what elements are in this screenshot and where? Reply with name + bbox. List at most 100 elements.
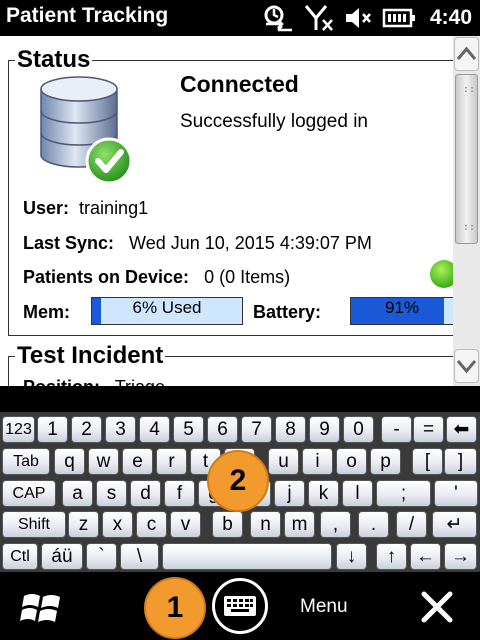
key-accents[interactable]: áü — [41, 543, 83, 570]
key-apostrophe[interactable]: ' — [434, 480, 478, 507]
key-minus[interactable]: - — [381, 416, 412, 443]
battery-bar: 91% — [350, 297, 454, 325]
key-shift[interactable]: Shift — [2, 511, 66, 538]
close-icon[interactable] — [420, 590, 454, 624]
keyboard-toggle-button[interactable] — [212, 578, 268, 634]
key-space[interactable] — [162, 543, 332, 570]
sync-icon[interactable] — [260, 4, 294, 32]
key-up[interactable]: ↑ — [376, 543, 407, 570]
app-title: Patient Tracking — [6, 4, 169, 27]
incident-group: Test Incident Position: Triage — [8, 342, 456, 386]
key-n[interactable]: n — [250, 511, 281, 538]
key-7[interactable]: 7 — [241, 416, 272, 443]
grip-icon: :: — [463, 222, 476, 233]
key-u[interactable]: u — [268, 448, 299, 475]
key-backslash[interactable]: \ — [120, 543, 159, 570]
status-group: Status Connected Successfully logged in … — [8, 46, 458, 336]
patients-value: 0 (0 Items) — [204, 267, 291, 287]
key-6[interactable]: 6 — [207, 416, 238, 443]
key-close-bracket[interactable]: ] — [444, 448, 477, 475]
patients-row: Patients on Device: 0 (0 Items) — [23, 267, 290, 288]
battery-icon[interactable] — [382, 7, 416, 29]
key-p[interactable]: p — [370, 448, 401, 475]
key-1[interactable]: 1 — [37, 416, 68, 443]
key-tab[interactable]: Tab — [2, 448, 50, 475]
key-q[interactable]: q — [54, 448, 85, 475]
key-caps-lock[interactable]: CAP — [2, 480, 56, 507]
key-f[interactable]: f — [164, 480, 195, 507]
key-semicolon[interactable]: ; — [376, 480, 431, 507]
grip-icon: :: — [463, 84, 476, 95]
key-5[interactable]: 5 — [173, 416, 204, 443]
memory-text: 6% Used — [132, 298, 202, 317]
incident-legend: Test Incident — [15, 342, 166, 370]
key-j[interactable]: j — [274, 480, 305, 507]
key-right[interactable]: → — [444, 543, 477, 570]
key-ctrl[interactable]: Ctl — [2, 543, 38, 570]
key-open-bracket[interactable]: [ — [412, 448, 443, 475]
vertical-scroll-thumb[interactable]: :: :: — [455, 74, 478, 244]
battery-label: Battery: — [253, 302, 322, 322]
main-content: Status Connected Successfully logged in … — [0, 36, 480, 386]
memory-bar: 6% Used — [91, 297, 243, 325]
key-123[interactable]: 123 — [2, 416, 35, 443]
connection-message: Successfully logged in — [180, 111, 368, 132]
key-w[interactable]: w — [88, 448, 119, 475]
key-9[interactable]: 9 — [309, 416, 340, 443]
vertical-scrollbar[interactable]: :: :: — [453, 36, 480, 386]
key-period[interactable]: . — [358, 511, 389, 538]
key-backspace[interactable]: ⬅ — [446, 416, 477, 443]
last-sync-label: Last Sync: — [23, 233, 115, 253]
key-0[interactable]: 0 — [343, 416, 374, 443]
key-backtick[interactable]: ` — [86, 543, 117, 570]
no-signal-icon[interactable] — [304, 4, 334, 32]
key-x[interactable]: x — [102, 511, 133, 538]
scroll-down-button[interactable] — [454, 349, 479, 383]
position-row: Position: Triage — [23, 377, 165, 386]
key-b[interactable]: b — [212, 511, 243, 538]
key-m[interactable]: m — [284, 511, 315, 538]
mem-label: Mem: — [23, 302, 71, 322]
key-i[interactable]: i — [302, 448, 333, 475]
menu-button[interactable]: Menu — [300, 596, 348, 618]
position-label: Position: — [23, 377, 100, 386]
scroll-up-button[interactable] — [454, 37, 479, 71]
keyboard-icon — [224, 596, 256, 616]
key-3[interactable]: 3 — [105, 416, 136, 443]
database-connected-icon — [40, 76, 133, 185]
key-k[interactable]: k — [308, 480, 339, 507]
clock[interactable]: 4:40 — [430, 6, 472, 30]
key-d[interactable]: d — [130, 480, 161, 507]
last-sync-row: Last Sync: Wed Jun 10, 2015 4:39:07 PM — [23, 233, 372, 254]
key-enter[interactable]: ↵ — [432, 511, 477, 538]
key-c[interactable]: c — [136, 511, 167, 538]
key-2[interactable]: 2 — [71, 416, 102, 443]
key-o[interactable]: o — [336, 448, 367, 475]
key-8[interactable]: 8 — [275, 416, 306, 443]
key-e[interactable]: e — [122, 448, 153, 475]
user-row: User: training1 — [23, 198, 148, 219]
key-z[interactable]: z — [68, 511, 99, 538]
key-a[interactable]: a — [62, 480, 93, 507]
key-s[interactable]: s — [96, 480, 127, 507]
callout-marker-1: 1 — [144, 577, 206, 639]
patients-label: Patients on Device: — [23, 267, 190, 287]
position-value: Triage — [115, 377, 165, 386]
callout-marker-2: 2 — [207, 450, 269, 512]
key-4[interactable]: 4 — [139, 416, 170, 443]
key-down[interactable]: ↓ — [336, 543, 367, 570]
windows-start-icon[interactable] — [20, 588, 64, 628]
key-r[interactable]: r — [156, 448, 187, 475]
key-v[interactable]: v — [170, 511, 201, 538]
key-equals[interactable]: = — [413, 416, 444, 443]
volume-icon[interactable] — [344, 5, 372, 31]
last-sync-value: Wed Jun 10, 2015 4:39:07 PM — [129, 233, 372, 253]
key-l[interactable]: l — [342, 480, 373, 507]
key-left[interactable]: ← — [410, 543, 441, 570]
battery-text: 91% — [384, 298, 420, 317]
key-slash[interactable]: / — [396, 511, 427, 538]
key-comma[interactable]: , — [320, 511, 351, 538]
chevron-down-icon — [456, 360, 477, 374]
chevron-up-icon — [456, 46, 477, 60]
status-icons: 4:40 — [260, 3, 472, 33]
